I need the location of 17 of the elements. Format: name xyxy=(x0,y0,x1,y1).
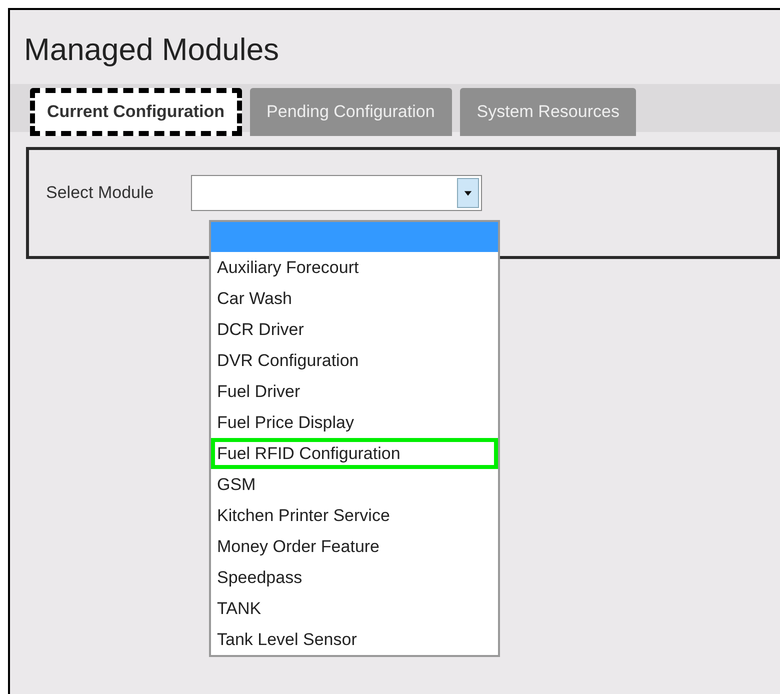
page-title: Managed Modules xyxy=(23,31,280,69)
module-option[interactable]: Fuel Driver xyxy=(211,376,498,407)
module-dropdown[interactable] xyxy=(191,175,482,211)
module-option[interactable]: Money Order Feature xyxy=(211,531,498,562)
module-option[interactable]: Kitchen Printer Service xyxy=(211,500,498,531)
module-option[interactable]: Speedpass xyxy=(211,562,498,593)
module-option[interactable]: Tank Level Sensor xyxy=(211,624,498,655)
select-module-label: Select Module xyxy=(46,182,155,203)
module-option[interactable]: TANK xyxy=(211,593,498,624)
module-option[interactable]: DVR Configuration xyxy=(211,345,498,376)
module-option[interactable]: DCR Driver xyxy=(211,314,498,345)
tab[interactable]: Current Configuration xyxy=(30,88,242,136)
module-option[interactable]: Fuel Price Display xyxy=(211,407,498,438)
module-option[interactable]: GSM xyxy=(211,469,498,500)
module-option[interactable]: Auxiliary Forecourt xyxy=(211,252,498,283)
module-option[interactable]: Fuel RFID Configuration xyxy=(211,438,498,469)
module-option[interactable]: Car Wash xyxy=(211,283,498,314)
